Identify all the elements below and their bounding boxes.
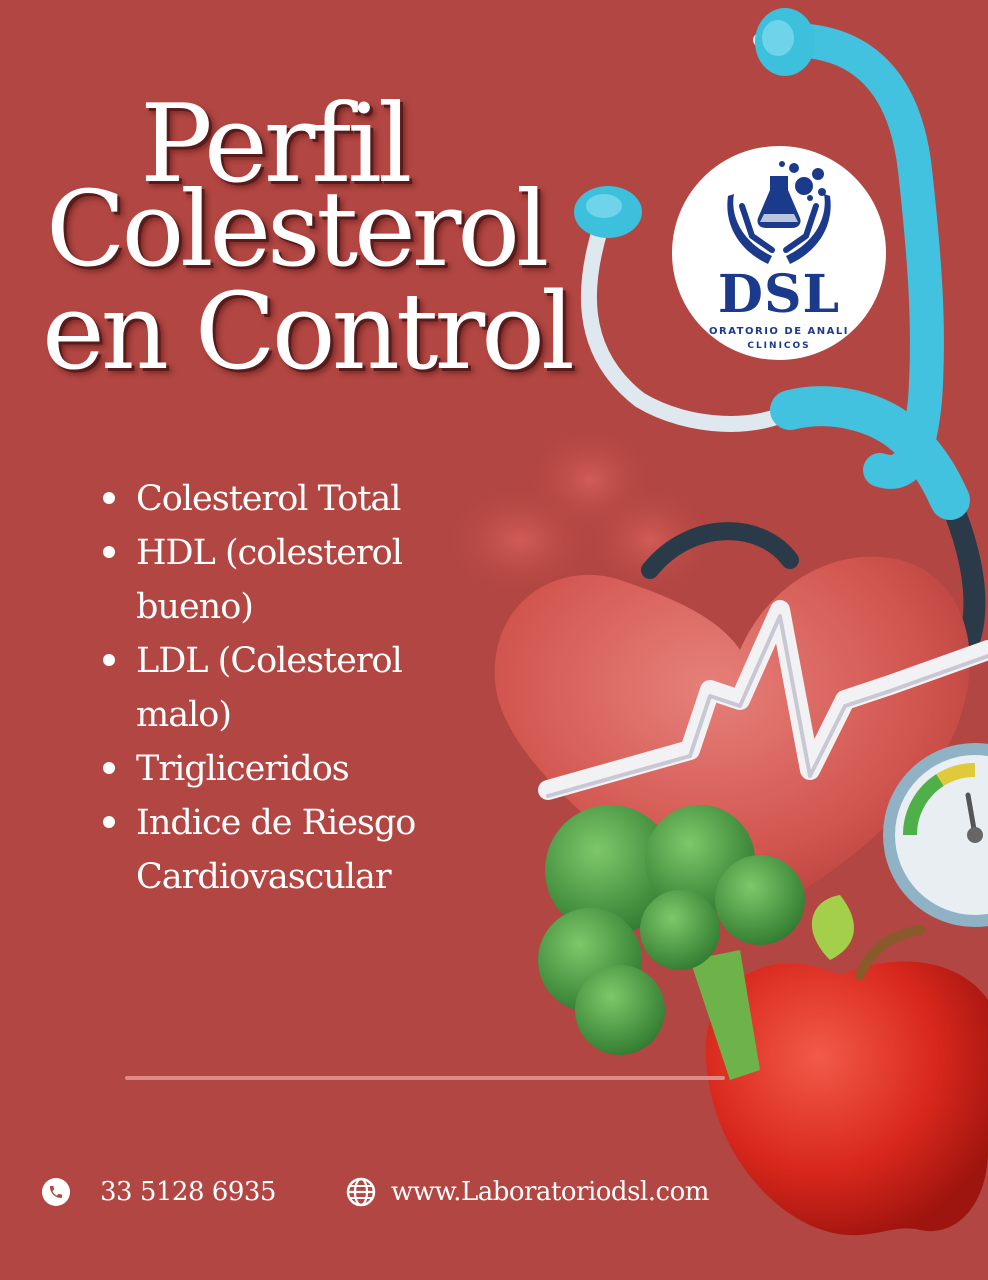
list-item-label: HDL (colesterol bueno) <box>136 533 403 627</box>
poster: Perfil Colesterol en Control DSL ORATORI… <box>0 0 988 1280</box>
bullet-icon <box>103 546 115 558</box>
divider <box>125 1076 725 1080</box>
list-item: Trigliceridos <box>100 742 460 796</box>
list-item: LDL (Colesterol malo) <box>100 634 460 742</box>
logo-subtitle-line2: CLINICOS <box>747 341 811 351</box>
fuzzy-heart-shape <box>440 420 720 600</box>
list-item-label: LDL (Colesterol malo) <box>136 641 403 735</box>
tests-list: Colesterol Total HDL (colesterol bueno) … <box>100 472 460 904</box>
website-url: www.Laboratoriodsl.com <box>391 1177 709 1207</box>
dsl-logo: DSL ORATORIO DE ANALI CLINICOS <box>672 146 886 360</box>
website-contact[interactable]: www.Laboratoriodsl.com <box>345 1172 709 1212</box>
bullet-icon <box>103 816 115 828</box>
hands-flask-icon <box>727 161 831 264</box>
title-line-3: en Control <box>42 270 575 393</box>
list-item: Colesterol Total <box>100 472 460 526</box>
list-item: HDL (colesterol bueno) <box>100 526 460 634</box>
logo-name: DSL <box>717 264 841 325</box>
phone-number: 33 5128 6935 <box>100 1177 276 1207</box>
list-item-label: Trigliceridos <box>136 749 350 789</box>
list-item-label: Indice de Riesgo Cardiovascular <box>136 803 416 897</box>
bullet-icon <box>103 492 115 504</box>
bullet-icon <box>103 654 115 666</box>
logo-subtitle-line1: ORATORIO DE ANALI <box>709 326 849 337</box>
globe-icon <box>345 1176 377 1208</box>
phone-icon <box>42 1178 70 1206</box>
list-item: Indice de Riesgo Cardiovascular <box>100 796 460 904</box>
bullet-icon <box>103 762 115 774</box>
list-item-label: Colesterol Total <box>136 479 401 519</box>
phone-contact[interactable]: 33 5128 6935 <box>42 1172 276 1212</box>
